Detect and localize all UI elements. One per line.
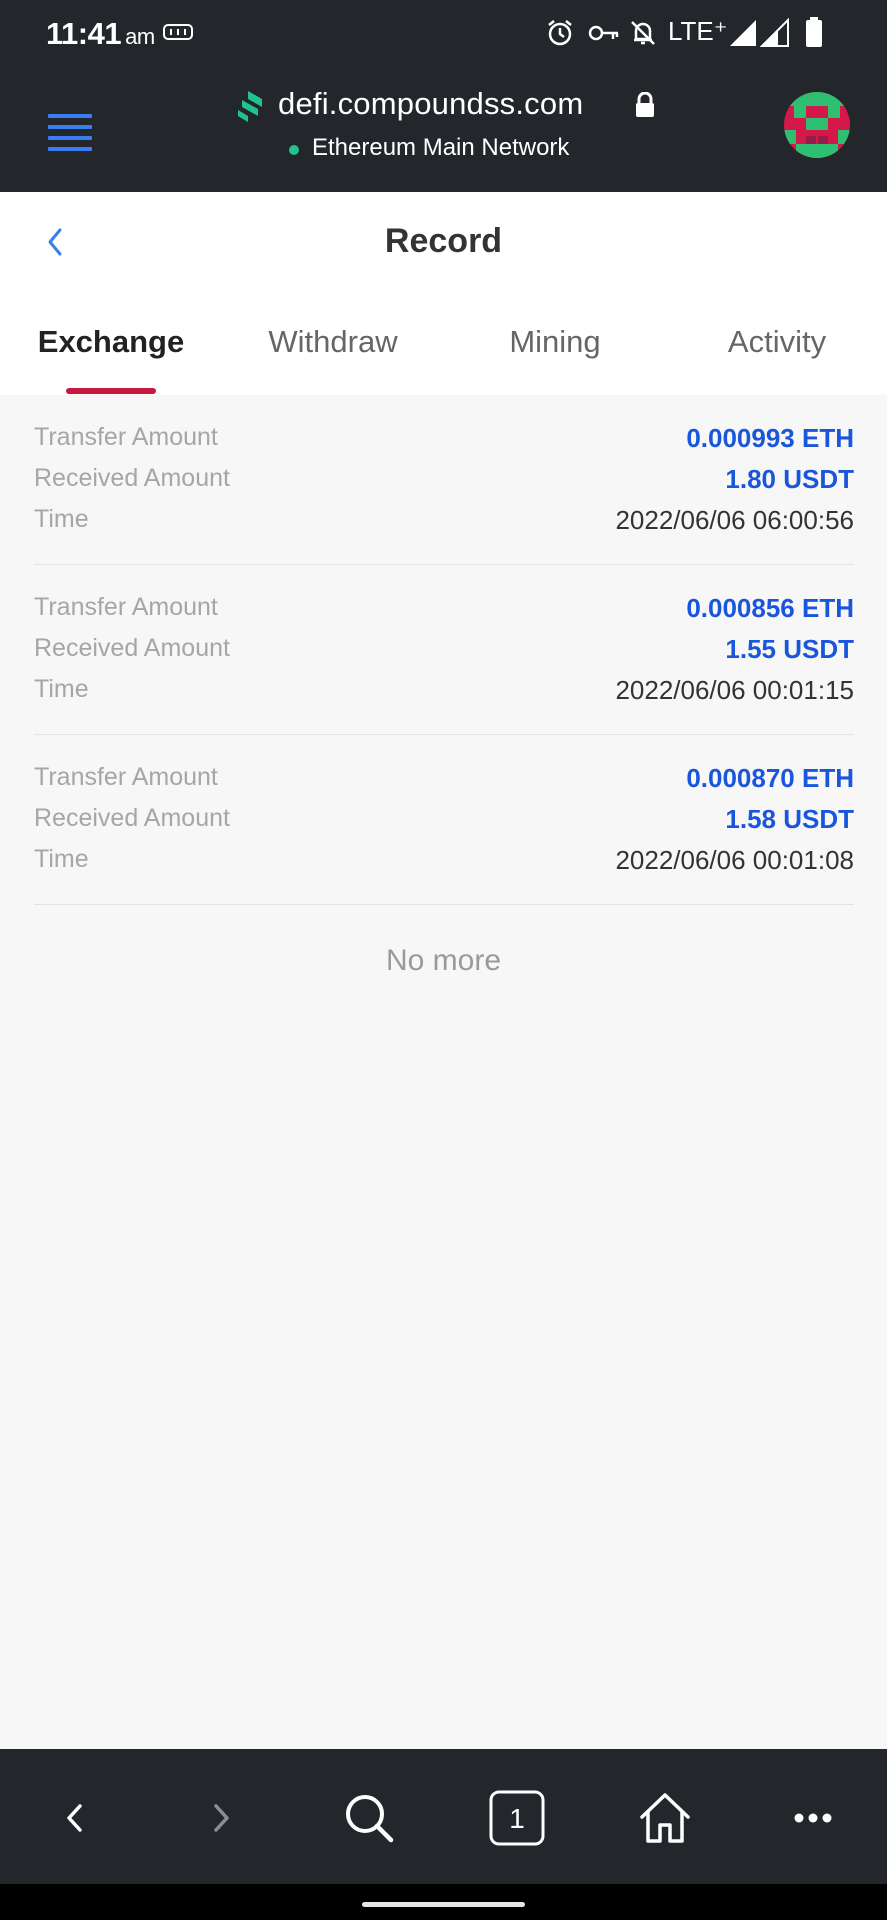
time-row: Time 2022/06/06 06:00:56 xyxy=(34,505,854,541)
received-amount-row: Received Amount 1.80 USDT xyxy=(34,464,854,500)
time-row: Time 2022/06/06 00:01:08 xyxy=(34,845,854,881)
tab-mining[interactable]: Mining xyxy=(444,324,666,360)
home-button[interactable] xyxy=(630,1783,700,1853)
network-label[interactable]: Ethereum Main Network xyxy=(312,134,569,162)
screen-cast-icon xyxy=(163,24,193,40)
notifications-off-icon xyxy=(631,21,655,45)
received-amount-value: 1.55 USDT xyxy=(725,634,854,664)
received-amount-row: Received Amount 1.58 USDT xyxy=(34,804,854,840)
avatar[interactable] xyxy=(784,92,850,158)
received-amount-label: Received Amount xyxy=(34,634,230,662)
page-header: Record Exchange Withdraw Mining Activity xyxy=(0,192,887,395)
search-icon xyxy=(346,1795,394,1843)
chevron-right-icon xyxy=(214,1804,229,1832)
network-status-dot xyxy=(289,145,299,155)
time-label: Time xyxy=(34,505,89,533)
tab-withdraw[interactable]: Withdraw xyxy=(222,324,444,360)
tab-indicator xyxy=(66,388,156,394)
tabs-button[interactable]: 1 xyxy=(482,1783,552,1853)
time-value: 2022/06/06 00:01:15 xyxy=(615,675,854,705)
time-row: Time 2022/06/06 00:01:15 xyxy=(34,675,854,711)
gesture-bar xyxy=(0,1884,887,1920)
battery-icon xyxy=(806,17,822,47)
key-icon xyxy=(588,25,619,41)
status-ampm: am xyxy=(125,24,155,49)
received-amount-label: Received Amount xyxy=(34,804,230,832)
list-item: Transfer Amount 0.000993 ETH Received Am… xyxy=(34,395,854,565)
transfer-amount-value: 0.000993 ETH xyxy=(686,423,854,453)
tabs-icon: 1 xyxy=(489,1790,545,1846)
alarm-icon xyxy=(548,20,572,46)
list-item: Transfer Amount 0.000870 ETH Received Am… xyxy=(34,735,854,905)
signal-icon xyxy=(730,20,756,46)
tab-activity[interactable]: Activity xyxy=(666,324,887,360)
menu-icon[interactable] xyxy=(48,114,92,151)
browser-header: defi.compoundss.com Ethereum Main Networ… xyxy=(0,64,887,192)
status-time: 11:41 am xyxy=(46,16,155,51)
time-value: 2022/06/06 06:00:56 xyxy=(615,505,854,535)
page-title: Record xyxy=(384,222,503,260)
lock-icon xyxy=(636,92,654,117)
transfer-amount-value: 0.000870 ETH xyxy=(686,763,854,793)
more-icon xyxy=(794,1813,832,1823)
received-amount-value: 1.80 USDT xyxy=(725,464,854,494)
time-label: Time xyxy=(34,675,89,703)
received-amount-row: Received Amount 1.55 USDT xyxy=(34,634,854,670)
nav-back-button[interactable] xyxy=(40,1783,110,1853)
home-indicator[interactable] xyxy=(362,1902,525,1907)
transfer-amount-label: Transfer Amount xyxy=(34,593,218,621)
compound-logo-icon xyxy=(238,91,262,122)
signal-icon xyxy=(760,18,789,47)
more-button[interactable] xyxy=(778,1783,848,1853)
browser-bottom-bar: 1 xyxy=(0,1749,887,1884)
chevron-left-icon xyxy=(67,1804,82,1832)
time-value: 2022/06/06 00:01:08 xyxy=(615,845,854,875)
transfer-amount-row: Transfer Amount 0.000856 ETH xyxy=(34,593,854,629)
record-list: Transfer Amount 0.000993 ETH Received Am… xyxy=(34,395,854,905)
transfer-amount-row: Transfer Amount 0.000870 ETH xyxy=(34,763,854,799)
tab-exchange[interactable]: Exchange xyxy=(0,324,222,360)
home-icon xyxy=(640,1793,690,1843)
list-item: Transfer Amount 0.000856 ETH Received Am… xyxy=(34,565,854,735)
domain-label[interactable]: defi.compoundss.com xyxy=(278,86,583,122)
received-amount-label: Received Amount xyxy=(34,464,230,492)
no-more-label: No more xyxy=(385,944,502,977)
nav-forward-button[interactable] xyxy=(186,1783,256,1853)
transfer-amount-value: 0.000856 ETH xyxy=(686,593,854,623)
network-type: LTE⁺ xyxy=(668,16,728,46)
transfer-amount-label: Transfer Amount xyxy=(34,763,218,791)
transfer-amount-label: Transfer Amount xyxy=(34,423,218,451)
tab-count: 1 xyxy=(509,1803,525,1834)
search-button[interactable] xyxy=(334,1783,404,1853)
received-amount-value: 1.58 USDT xyxy=(725,804,854,834)
time-label: Time xyxy=(34,845,89,873)
status-bar: 11:41 am LTE⁺ xyxy=(0,0,887,64)
transfer-amount-row: Transfer Amount 0.000993 ETH xyxy=(34,423,854,459)
